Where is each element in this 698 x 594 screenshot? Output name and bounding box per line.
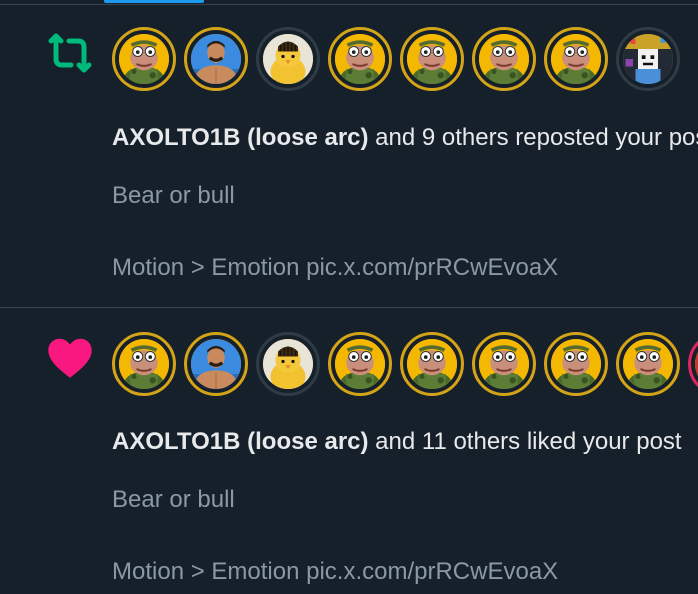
post-text[interactable]: Motion > Emotion pic.x.com/prRCwEvoaX (112, 253, 558, 283)
actor-name[interactable]: AXOLTO1B (loose arc) (112, 428, 369, 455)
frog-avatar-image (551, 339, 601, 389)
action-text: and 9 others reposted your post (368, 124, 698, 151)
notification-like[interactable]: AXOLTO1B (loose arc) and 11 others liked… (0, 308, 698, 594)
action-text: and 11 others liked your post (368, 428, 682, 455)
frog-avatar-image (407, 34, 457, 84)
notification-summary: AXOLTO1B (loose arc) and 9 others repost… (112, 123, 698, 153)
avatar-row (112, 332, 698, 396)
frog-avatar[interactable] (472, 332, 536, 396)
chick-avatar-image (263, 339, 313, 389)
frog-avatar[interactable] (328, 332, 392, 396)
frog-avatar[interactable] (400, 332, 464, 396)
frog-avatar-image (479, 339, 529, 389)
pixel-character-avatar-image (623, 34, 673, 84)
frog-avatar-image (119, 34, 169, 84)
muscle-man-avatar[interactable] (184, 27, 248, 91)
notification-repost[interactable]: AXOLTO1B (loose arc) and 9 others repost… (0, 5, 698, 307)
muscle-man-avatar[interactable] (184, 332, 248, 396)
frog-avatar[interactable] (544, 27, 608, 91)
pixel-character-avatar[interactable] (616, 27, 680, 91)
frog-avatar[interactable] (112, 332, 176, 396)
frog-avatar[interactable] (544, 332, 608, 396)
frog-avatar-image (407, 339, 457, 389)
actor-name[interactable]: AXOLTO1B (loose arc) (112, 124, 369, 151)
frog-avatar[interactable] (616, 332, 680, 396)
post-text[interactable]: Motion > Emotion pic.x.com/prRCwEvoaX (112, 557, 558, 587)
heart-icon (42, 329, 98, 385)
frog-avatar-image (479, 34, 529, 84)
frog-avatar-image (551, 34, 601, 84)
muscle-man-avatar-image (191, 34, 241, 84)
post-title: Bear or bull (112, 486, 235, 513)
frog-avatar[interactable] (472, 27, 536, 91)
chick-avatar-image (263, 34, 313, 84)
post-title: Bear or bull (112, 182, 235, 209)
frog-avatar-image (335, 339, 385, 389)
frog-avatar[interactable] (112, 27, 176, 91)
active-tab-indicator (104, 0, 204, 3)
notification-summary: AXOLTO1B (loose arc) and 11 others liked… (112, 427, 682, 457)
repost-icon (42, 25, 98, 81)
chick-avatar[interactable] (256, 332, 320, 396)
partial-avatar[interactable] (688, 332, 698, 396)
frog-avatar-image (119, 339, 169, 389)
frog-avatar-image (335, 34, 385, 84)
avatar-row (112, 27, 680, 91)
notifications-page: AXOLTO1B (loose arc) and 9 others repost… (0, 0, 698, 594)
frog-avatar[interactable] (400, 27, 464, 91)
frog-avatar[interactable] (328, 27, 392, 91)
muscle-man-avatar-image (191, 339, 241, 389)
chick-avatar[interactable] (256, 27, 320, 91)
frog-avatar-image (623, 339, 673, 389)
